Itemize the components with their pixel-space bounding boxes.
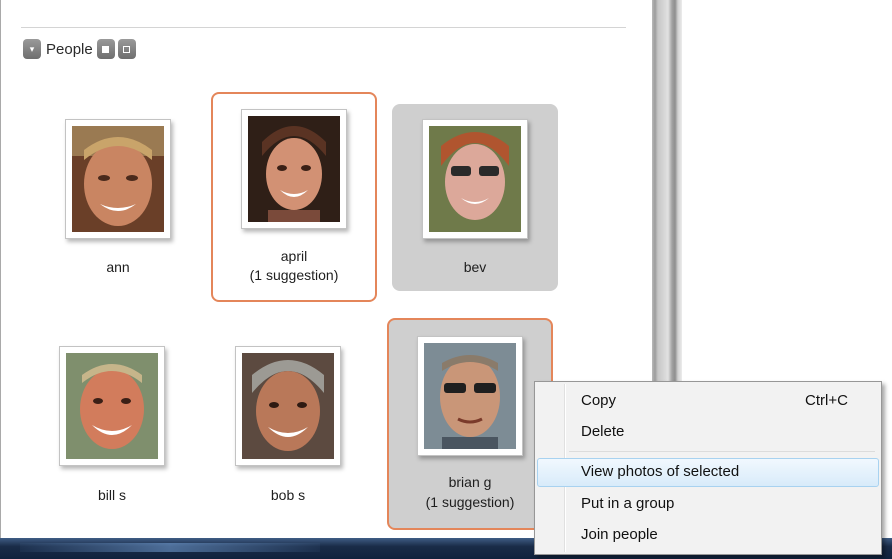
person-name: bev	[463, 259, 487, 275]
square-filled-icon	[102, 45, 110, 53]
person-photo	[241, 109, 347, 229]
face-thumbnail	[66, 353, 158, 459]
person-tile-bev[interactable]: bev	[392, 104, 558, 291]
person-tile-bob-s[interactable]: bob s	[205, 320, 371, 530]
face-thumbnail	[248, 116, 340, 222]
person-name: april	[280, 248, 308, 264]
menu-item-put-in-group[interactable]: Put in a group	[537, 490, 879, 519]
menu-item-label: Copy	[581, 392, 617, 409]
face-thumbnail	[429, 126, 521, 232]
menu-item-join-people[interactable]: Join people	[537, 521, 879, 550]
triangle-down-icon: ▾	[29, 43, 35, 54]
menu-item-delete[interactable]: Delete	[537, 418, 879, 447]
menu-item-copy[interactable]: Copy Ctrl+C	[537, 387, 879, 416]
suggestion-count: (1 suggestion)	[249, 267, 339, 283]
divider	[21, 27, 626, 28]
menu-item-view-photos[interactable]: View photos of selected	[537, 458, 879, 487]
people-section-title: People	[46, 40, 93, 58]
person-name: bill s	[97, 487, 126, 503]
person-name: ann	[106, 259, 130, 275]
person-tile-april[interactable]: april (1 suggestion)	[211, 92, 377, 302]
menu-item-shortcut: Ctrl+C	[805, 392, 848, 409]
taskbar-highlight	[20, 543, 320, 552]
collapse-toggle-button[interactable]: ▾	[23, 39, 41, 59]
person-tile-bill-s[interactable]: bill s	[29, 320, 195, 530]
menu-item-label: View photos of selected	[581, 463, 740, 480]
person-photo	[59, 346, 165, 466]
menu-item-label: Put in a group	[581, 495, 675, 512]
face-thumbnail	[424, 343, 516, 449]
face-thumbnail	[242, 353, 334, 459]
menu-separator	[569, 451, 875, 452]
tile-view-button[interactable]	[96, 39, 115, 59]
person-photo	[417, 336, 523, 456]
person-tile-brian-g[interactable]: brian g (1 suggestion)	[387, 318, 553, 530]
menu-item-label: Join people	[581, 526, 658, 543]
person-photo	[235, 346, 341, 466]
context-menu: Copy Ctrl+C Delete View photos of select…	[534, 381, 882, 555]
square-outline-icon	[123, 45, 131, 53]
people-section-header: ▾ People	[23, 38, 136, 60]
list-view-button[interactable]	[117, 39, 136, 59]
person-name: brian g	[448, 474, 492, 490]
suggestion-count: (1 suggestion)	[425, 494, 515, 510]
person-photo	[65, 119, 171, 239]
person-tile-ann[interactable]: ann	[35, 92, 201, 302]
face-thumbnail	[72, 126, 164, 232]
person-name: bob s	[270, 487, 306, 503]
menu-item-label: Delete	[581, 423, 625, 440]
person-photo	[422, 119, 528, 239]
